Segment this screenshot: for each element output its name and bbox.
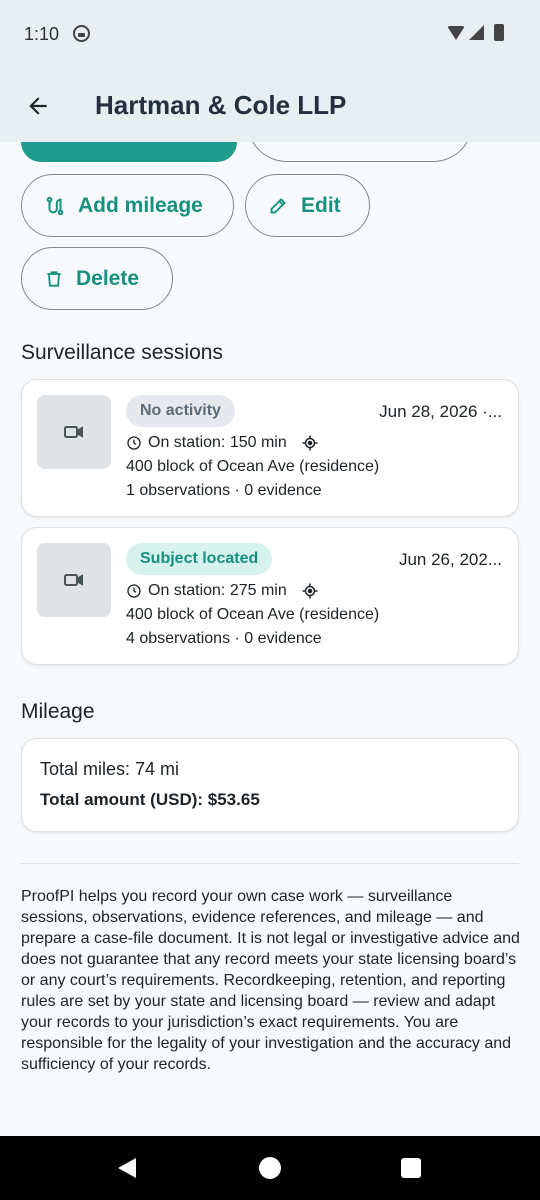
disclaimer-text: ProofPI helps you record your own case w…: [21, 888, 520, 1073]
mileage-section-title: Mileage: [21, 700, 95, 723]
pencil-icon: [270, 198, 286, 214]
session-date: Jun 28, 2026 ·...: [379, 402, 502, 421]
status-badge: Subject located: [126, 543, 273, 575]
on-station-text: On station: 275 min: [148, 582, 287, 599]
mileage-summary-card: Total miles: 74 mi Total amount (USD): $…: [21, 738, 519, 832]
clock-icon: [127, 436, 141, 450]
secondary-action-button[interactable]: [247, 142, 473, 162]
nav-recents-icon[interactable]: [401, 1158, 421, 1178]
gps-location-icon: [302, 435, 318, 451]
signal-icon: [469, 25, 484, 40]
session-card[interactable]: Subject located Jun 26, 202... On statio…: [21, 527, 519, 665]
edit-label: Edit: [301, 193, 341, 217]
sessions-section-title: Surveillance sessions: [21, 341, 223, 364]
session-date: Jun 26, 202...: [398, 550, 502, 569]
gps-location-icon: [302, 583, 318, 599]
clock-icon: [127, 584, 141, 598]
arrow-left-icon: [29, 97, 47, 115]
app-notification-icon: [73, 25, 90, 42]
page-title: Hartman & Cole LLP: [95, 90, 347, 120]
status-time: 1:10: [24, 24, 60, 44]
on-station-text: On station: 150 min: [148, 434, 287, 451]
nav-home-icon[interactable]: [259, 1157, 281, 1179]
on-station-row: On station: 275 min: [126, 582, 319, 600]
battery-icon: [494, 24, 504, 41]
route-icon: [46, 196, 64, 215]
session-card[interactable]: No activity Jun 28, 2026 ·... On station…: [21, 379, 519, 517]
on-station-row: On station: 150 min: [126, 434, 319, 452]
status-indicators: [447, 24, 504, 41]
session-thumbnail: [37, 395, 111, 469]
app-bar: Hartman & Cole LLP: [0, 70, 540, 142]
back-button[interactable]: [18, 86, 58, 126]
session-thumbnail: [37, 543, 111, 617]
session-counts: 1 observations · 0 evidence: [126, 482, 322, 499]
session-counts: 4 observations · 0 evidence: [126, 630, 322, 647]
add-mileage-button[interactable]: Add mileage: [21, 174, 234, 237]
session-location: 400 block of Ocean Ave (residence): [126, 606, 380, 623]
status-badge: No activity: [126, 395, 235, 427]
nav-back-icon[interactable]: [118, 1158, 136, 1178]
divider: [21, 863, 519, 864]
delete-label: Delete: [76, 266, 140, 290]
total-miles: Total miles: 74 mi: [40, 759, 180, 779]
total-amount: Total amount (USD): $53.65: [40, 790, 260, 809]
main-content[interactable]: Add mileage Edit Delete Surveillance ses…: [0, 142, 540, 1136]
status-bar: 1:10: [0, 0, 540, 70]
session-location: 400 block of Ocean Ave (residence): [126, 458, 380, 475]
trash-icon: [47, 270, 61, 287]
delete-button[interactable]: Delete: [21, 247, 173, 310]
video-camera-icon: [64, 574, 83, 586]
wifi-icon: [447, 25, 465, 40]
add-mileage-label: Add mileage: [78, 193, 203, 217]
primary-action-button[interactable]: [21, 142, 237, 162]
video-camera-icon: [64, 426, 83, 438]
edit-button[interactable]: Edit: [245, 174, 370, 237]
system-nav-bar: [0, 1136, 540, 1200]
